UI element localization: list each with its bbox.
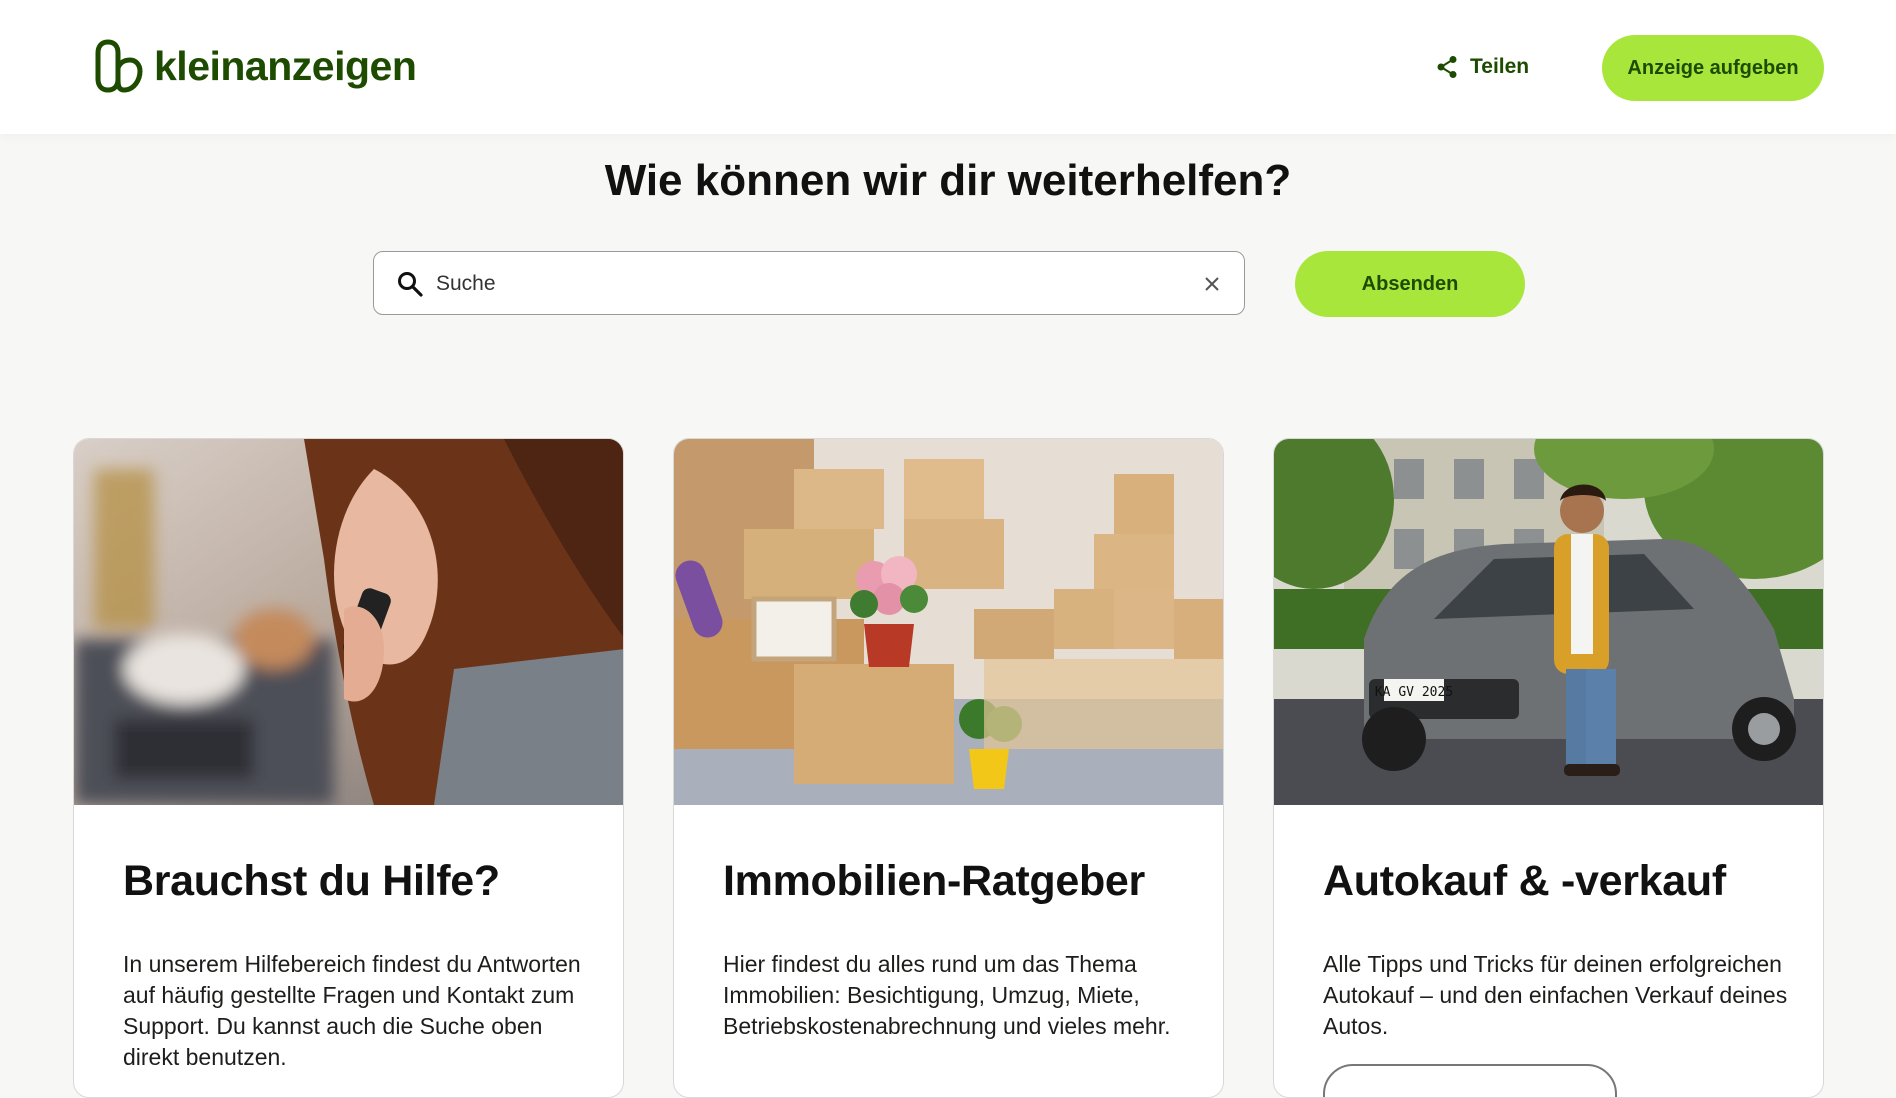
share-label: Teilen (1470, 55, 1530, 78)
share-button[interactable]: Teilen (1436, 48, 1529, 86)
kleinanzeigen-logo-icon (95, 39, 143, 93)
logo[interactable]: kleinanzeigen (94, 36, 417, 96)
search-input[interactable] (434, 262, 1158, 306)
submit-button[interactable]: Absenden (1295, 251, 1525, 317)
card-text: In unserem Hilfebereich findest du Antwo… (123, 951, 581, 1070)
card-link-button[interactable] (1323, 1064, 1617, 1097)
card-title: Autokauf & -verkauf (1323, 857, 1726, 905)
close-icon[interactable] (1200, 272, 1224, 296)
card-image-woman-phone (74, 439, 623, 805)
license-plate-text: KA GV 2025 (1375, 685, 1453, 700)
card-text: Hier findest du alles rund um das Thema … (723, 951, 1171, 1039)
card-text: Alle Tipps und Tricks für deinen erfolgr… (1323, 951, 1788, 1039)
card-title: Brauchst du Hilfe? (123, 857, 500, 905)
card-real-estate[interactable]: Immobilien-Ratgeber Hier findest du alle… (673, 438, 1224, 1098)
card-cars[interactable]: KA GV 2025 Autokauf & -verkauf Alle Tipp… (1273, 438, 1824, 1098)
search-icon (398, 272, 423, 297)
card-image-man-with-car: KA GV 2025 (1274, 439, 1823, 805)
share-icon (1437, 56, 1457, 78)
page-title: Wie können wir dir weiterhelfen? (604, 156, 1292, 205)
header: kleinanzeigen Teilen Anzeige aufgeben (0, 0, 1896, 134)
search-box (373, 251, 1245, 315)
card-help[interactable]: Brauchst du Hilfe? In unserem Hilfeberei… (73, 438, 624, 1098)
card-image-moving-boxes (674, 439, 1223, 805)
card-title: Immobilien-Ratgeber (723, 857, 1145, 905)
logo-text: kleinanzeigen (154, 42, 417, 89)
post-ad-button[interactable]: Anzeige aufgeben (1602, 35, 1824, 101)
